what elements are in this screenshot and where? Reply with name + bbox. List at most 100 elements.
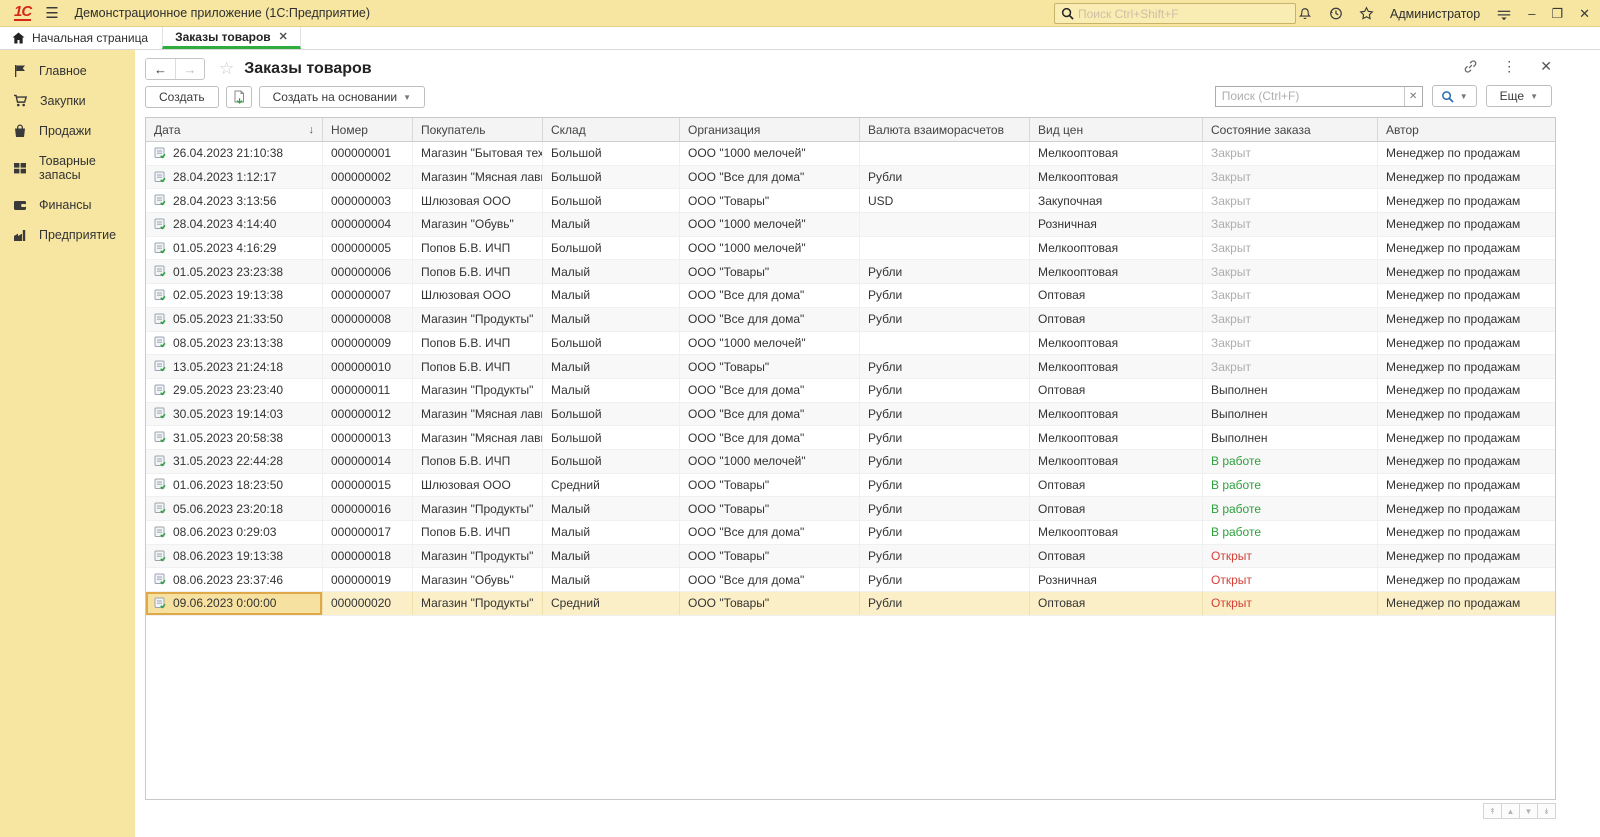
cell-currency[interactable]: Рубли bbox=[860, 307, 1030, 331]
cell-price-type[interactable]: Мелкооптовая bbox=[1030, 165, 1203, 189]
cell-organization[interactable]: ООО "Все для дома" bbox=[680, 165, 860, 189]
cell-date[interactable]: 13.05.2023 21:24:18 bbox=[146, 355, 323, 378]
table-row[interactable]: 08.06.2023 19:13:38 000000018 Магазин "П… bbox=[146, 544, 1555, 569]
cell-organization[interactable]: ООО "Товары" bbox=[680, 497, 860, 520]
cell-customer[interactable]: Магазин "Обувь" bbox=[413, 568, 543, 592]
sidebar-item-sales[interactable]: Продажи bbox=[0, 116, 135, 146]
cell-date[interactable]: 29.05.2023 23:23:40 bbox=[146, 378, 323, 402]
cell-currency[interactable]: Рубли bbox=[860, 426, 1030, 449]
column-header-currency[interactable]: Валюта взаиморасчетов bbox=[860, 118, 1030, 141]
table-row[interactable]: 28.04.2023 4:14:40 000000004 Магазин "Об… bbox=[146, 213, 1555, 237]
cell-number[interactable]: 000000007 bbox=[323, 284, 413, 307]
table-row[interactable]: 28.04.2023 1:12:17 000000002 Магазин "Мя… bbox=[146, 165, 1555, 190]
cell-author[interactable]: Менеджер по продажам bbox=[1378, 403, 1555, 426]
cell-organization[interactable]: ООО "Все для дома" bbox=[680, 426, 860, 449]
close-form-icon[interactable]: ✕ bbox=[1540, 58, 1552, 75]
cell-price-type[interactable]: Розничная bbox=[1030, 568, 1203, 592]
cell-number[interactable]: 000000014 bbox=[323, 449, 413, 473]
cell-order-state[interactable]: Закрыт bbox=[1203, 165, 1378, 189]
table-row[interactable]: 08.06.2023 23:37:46 000000019 Магазин "О… bbox=[146, 568, 1555, 593]
service-menu-icon[interactable] bbox=[1496, 7, 1512, 21]
sidebar-item-main[interactable]: Главное bbox=[0, 56, 135, 86]
scroll-up-icon[interactable]: ▲ bbox=[1501, 803, 1520, 819]
cell-organization[interactable]: ООО "1000 мелочей" bbox=[680, 236, 860, 260]
table-row[interactable]: 05.06.2023 23:20:18 000000016 Магазин "П… bbox=[146, 497, 1555, 521]
cell-warehouse[interactable]: Большой bbox=[543, 142, 680, 165]
cell-currency[interactable] bbox=[860, 142, 1030, 165]
cell-customer[interactable]: Попов Б.В. ИЧП bbox=[413, 521, 543, 544]
scroll-to-bottom-icon[interactable]: ↡ bbox=[1537, 803, 1556, 819]
cell-customer[interactable]: Магазин "Продукты" bbox=[413, 544, 543, 568]
sidebar-item-inventory[interactable]: Товарные запасы bbox=[0, 146, 135, 190]
cell-currency[interactable]: Рубли bbox=[860, 544, 1030, 568]
table-row[interactable]: 01.05.2023 4:16:29 000000005 Попов Б.В. … bbox=[146, 236, 1555, 261]
cell-organization[interactable]: ООО "Товары" bbox=[680, 473, 860, 497]
cell-order-state[interactable]: Закрыт bbox=[1203, 355, 1378, 378]
cell-order-state[interactable]: Открыт bbox=[1203, 544, 1378, 568]
cell-order-state[interactable]: Закрыт bbox=[1203, 331, 1378, 355]
cell-organization[interactable]: ООО "Все для дома" bbox=[680, 402, 860, 426]
cell-organization[interactable]: ООО "1000 мелочей" bbox=[680, 449, 860, 473]
global-search-input[interactable] bbox=[1078, 6, 1268, 21]
cell-price-type[interactable]: Мелкооптовая bbox=[1030, 402, 1203, 426]
cell-author[interactable]: Менеджер по продажам bbox=[1378, 166, 1555, 189]
cell-organization[interactable]: ООО "Все для дома" bbox=[680, 307, 860, 331]
cell-price-type[interactable]: Мелкооптовая bbox=[1030, 142, 1203, 165]
cell-warehouse[interactable]: Малый bbox=[543, 213, 680, 236]
notifications-bell-icon[interactable] bbox=[1298, 7, 1312, 21]
cell-currency[interactable]: Рубли bbox=[860, 284, 1030, 307]
cell-price-type[interactable]: Оптовая bbox=[1030, 307, 1203, 331]
tab-close-icon[interactable]: ✕ bbox=[279, 30, 288, 43]
cell-order-state[interactable]: Закрыт bbox=[1203, 189, 1378, 213]
cell-author[interactable]: Менеджер по продажам bbox=[1378, 142, 1555, 165]
cell-author[interactable]: Менеджер по продажам bbox=[1378, 189, 1555, 212]
cell-customer[interactable]: Шлюзовая ООО bbox=[413, 189, 543, 213]
cell-currency[interactable]: Рубли bbox=[860, 497, 1030, 520]
cell-date[interactable]: 31.05.2023 22:44:28 bbox=[146, 449, 323, 473]
cell-warehouse[interactable]: Малый bbox=[543, 497, 680, 520]
cell-order-state[interactable]: Закрыт bbox=[1203, 284, 1378, 307]
cell-date[interactable]: 30.05.2023 19:14:03 bbox=[146, 402, 323, 426]
cell-number[interactable]: 000000002 bbox=[323, 165, 413, 189]
cell-order-state[interactable]: В работе bbox=[1203, 473, 1378, 497]
cell-currency[interactable]: Рубли bbox=[860, 260, 1030, 284]
cell-order-state[interactable]: В работе bbox=[1203, 521, 1378, 544]
more-button[interactable]: Еще ▼ bbox=[1485, 85, 1552, 107]
create-based-on-button[interactable]: Создать на основании ▼ bbox=[258, 86, 426, 108]
cell-number[interactable]: 000000011 bbox=[323, 378, 413, 402]
cell-customer[interactable]: Магазин "Мясная лавка" bbox=[413, 402, 543, 426]
table-row[interactable]: 30.05.2023 19:14:03 000000012 Магазин "М… bbox=[146, 402, 1555, 427]
cell-author[interactable]: Менеджер по продажам bbox=[1378, 308, 1555, 331]
table-row[interactable]: 28.04.2023 3:13:56 000000003 Шлюзовая ОО… bbox=[146, 189, 1555, 214]
cell-author[interactable]: Менеджер по продажам bbox=[1378, 450, 1555, 473]
cell-author[interactable]: Менеджер по продажам bbox=[1378, 497, 1555, 520]
cell-customer[interactable]: Магазин "Обувь" bbox=[413, 213, 543, 236]
column-header-number[interactable]: Номер bbox=[323, 118, 413, 141]
cell-price-type[interactable]: Оптовая bbox=[1030, 497, 1203, 520]
table-row[interactable]: 29.05.2023 23:23:40 000000011 Магазин "П… bbox=[146, 378, 1555, 403]
history-icon[interactable] bbox=[1328, 6, 1343, 21]
cell-date[interactable]: 02.05.2023 19:13:38 bbox=[146, 284, 323, 307]
cell-order-state[interactable]: Закрыт bbox=[1203, 142, 1378, 165]
cell-author[interactable]: Менеджер по продажам bbox=[1378, 332, 1555, 355]
cell-number[interactable]: 000000010 bbox=[323, 355, 413, 378]
cell-price-type[interactable]: Мелкооптовая bbox=[1030, 355, 1203, 378]
table-row[interactable]: 31.05.2023 22:44:28 000000014 Попов Б.В.… bbox=[146, 449, 1555, 474]
cell-author[interactable]: Менеджер по продажам bbox=[1378, 379, 1555, 402]
cell-warehouse[interactable]: Большой bbox=[543, 449, 680, 473]
table-row[interactable]: 02.05.2023 19:13:38 000000007 Шлюзовая О… bbox=[146, 284, 1555, 308]
cell-currency[interactable]: Рубли bbox=[860, 165, 1030, 189]
minimize-button[interactable]: – bbox=[1528, 7, 1535, 20]
clear-search-icon[interactable]: ✕ bbox=[1403, 86, 1422, 106]
cell-warehouse[interactable]: Малый bbox=[543, 544, 680, 568]
cell-customer[interactable]: Шлюзовая ООО bbox=[413, 473, 543, 497]
cell-order-state[interactable]: Выполнен bbox=[1203, 426, 1378, 449]
cell-author[interactable]: Менеджер по продажам bbox=[1378, 568, 1555, 591]
cell-organization[interactable]: ООО "Все для дома" bbox=[680, 521, 860, 544]
cell-customer[interactable]: Магазин "Бытовая тех... bbox=[413, 142, 543, 165]
cell-number[interactable]: 000000013 bbox=[323, 426, 413, 449]
tab-home[interactable]: Начальная страница bbox=[0, 27, 162, 49]
cell-organization[interactable]: ООО "Товары" bbox=[680, 189, 860, 213]
cell-warehouse[interactable]: Большой bbox=[543, 426, 680, 449]
cell-author[interactable]: Менеджер по продажам bbox=[1378, 237, 1555, 260]
